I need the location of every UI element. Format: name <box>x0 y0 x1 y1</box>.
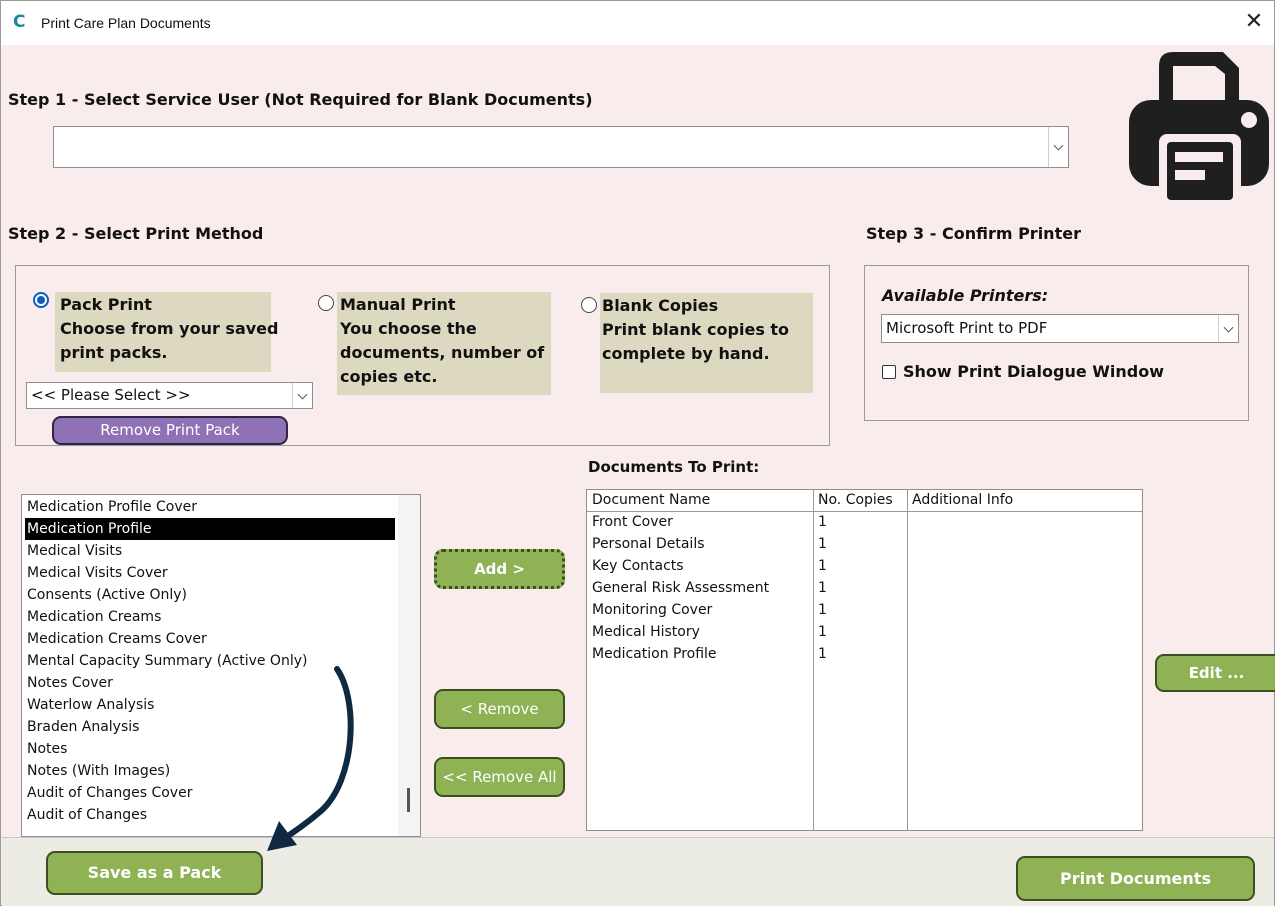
show-print-dialogue-checkbox[interactable] <box>882 365 896 379</box>
documents-to-print-grid[interactable]: Document Name No. Copies Additional Info… <box>586 489 1143 831</box>
list-item[interactable]: Medical Visits <box>25 540 395 562</box>
table-cell[interactable]: Front Cover <box>592 514 673 530</box>
table-cell[interactable]: 1 <box>818 624 827 640</box>
edit-button[interactable]: Edit ... <box>1155 654 1275 692</box>
print-pack-value: << Please Select >> <box>31 386 191 404</box>
list-item[interactable]: Medication Creams <box>25 606 395 628</box>
printer-select[interactable]: Microsoft Print to PDF <box>881 314 1239 343</box>
table-cell[interactable]: 1 <box>818 602 827 618</box>
scrollbar-thumb[interactable] <box>407 788 410 812</box>
step1-heading: Step 1 - Select Service User (Not Requir… <box>8 90 593 109</box>
table-cell[interactable]: Key Contacts <box>592 558 684 574</box>
table-cell[interactable]: 1 <box>818 558 827 574</box>
blank-copies-desc-1: Print blank copies to <box>602 320 790 339</box>
table-cell[interactable]: Medical History <box>592 624 700 640</box>
manual-print-option[interactable]: Manual Print You choose the documents, n… <box>340 293 544 389</box>
manual-print-desc-3: copies etc. <box>340 367 438 386</box>
chevron-down-icon[interactable] <box>1218 315 1238 342</box>
manual-print-radio[interactable] <box>318 295 334 311</box>
blank-copies-title: Blank Copies <box>602 296 719 315</box>
pack-print-desc-1: Choose from your saved <box>60 319 279 338</box>
show-print-dialogue-label[interactable]: Show Print Dialogue Window <box>903 362 1164 381</box>
print-pack-select[interactable]: << Please Select >> <box>26 382 313 409</box>
blank-copies-desc-2: complete by hand. <box>602 344 770 363</box>
list-item[interactable]: Medication Profile <box>25 518 395 540</box>
column-header-copies[interactable]: No. Copies <box>818 492 893 508</box>
list-item[interactable]: Medical Visits Cover <box>25 562 395 584</box>
table-cell[interactable]: 1 <box>818 514 827 530</box>
remove-button[interactable]: < Remove <box>434 689 565 729</box>
list-item[interactable]: Medication Creams Cover <box>25 628 395 650</box>
list-scrollbar[interactable] <box>398 495 420 836</box>
pack-print-option[interactable]: Pack Print Choose from your saved print … <box>60 293 278 365</box>
list-item[interactable]: Consents (Active Only) <box>25 584 395 606</box>
print-documents-button[interactable]: Print Documents <box>1016 856 1255 901</box>
documents-to-print-heading: Documents To Print: <box>588 458 760 476</box>
save-as-pack-button[interactable]: Save as a Pack <box>46 851 263 895</box>
chevron-down-icon[interactable] <box>1048 127 1068 167</box>
table-cell[interactable]: Medication Profile <box>592 646 717 662</box>
table-cell[interactable]: Monitoring Cover <box>592 602 712 618</box>
window-title: Print Care Plan Documents <box>41 15 211 31</box>
pack-print-title: Pack Print <box>60 295 152 314</box>
manual-print-desc-2: documents, number of <box>340 343 545 362</box>
manual-print-desc-1: You choose the <box>340 319 477 338</box>
app-logo-icon: C <box>13 12 26 32</box>
column-header-additional-info[interactable]: Additional Info <box>912 492 1013 508</box>
add-button[interactable]: Add > <box>434 549 565 589</box>
pack-print-radio[interactable] <box>33 292 49 308</box>
service-user-select[interactable] <box>53 126 1069 168</box>
remove-print-pack-button[interactable]: Remove Print Pack <box>52 416 288 445</box>
blank-copies-radio[interactable] <box>581 297 597 313</box>
table-cell[interactable]: General Risk Assessment <box>592 580 769 596</box>
step2-heading: Step 2 - Select Print Method <box>8 224 264 243</box>
table-cell[interactable]: 1 <box>818 536 827 552</box>
remove-all-button[interactable]: << Remove All <box>434 757 565 797</box>
step3-heading: Step 3 - Confirm Printer <box>866 224 1081 243</box>
list-item[interactable]: Medication Profile Cover <box>25 496 395 518</box>
printer-icon <box>1129 52 1269 206</box>
chevron-down-icon[interactable] <box>292 383 312 408</box>
table-cell[interactable]: Personal Details <box>592 536 705 552</box>
column-header-document-name[interactable]: Document Name <box>592 492 710 508</box>
table-cell[interactable]: 1 <box>818 580 827 596</box>
close-icon[interactable]: ✕ <box>1241 8 1267 36</box>
title-bar: C Print Care Plan Documents ✕ <box>1 1 1274 45</box>
blank-copies-option[interactable]: Blank Copies Print blank copies to compl… <box>602 294 789 366</box>
print-care-plan-window: C Print Care Plan Documents ✕ Step 1 - S… <box>0 0 1275 906</box>
available-printers-label: Available Printers: <box>882 286 1049 305</box>
table-cell[interactable]: 1 <box>818 646 827 662</box>
pack-print-desc-2: print packs. <box>60 343 168 362</box>
printer-value: Microsoft Print to PDF <box>886 319 1048 337</box>
curved-arrow-icon <box>267 666 354 851</box>
manual-print-title: Manual Print <box>340 295 456 314</box>
